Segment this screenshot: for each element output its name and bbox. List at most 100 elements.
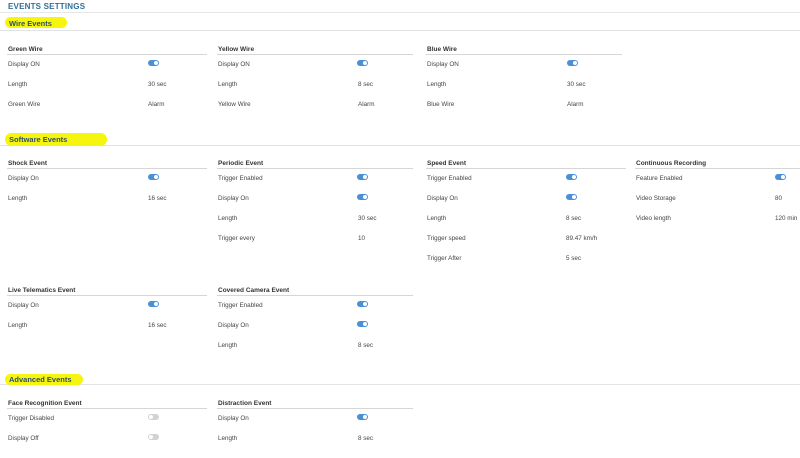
toggle-knob	[363, 195, 367, 199]
panel-title: Speed Event	[426, 159, 626, 169]
setting-row-trigger-every: Trigger every 10	[217, 229, 413, 249]
setting-row-trigger-after: Trigger After 5 sec	[426, 249, 626, 269]
setting-label: Trigger After	[427, 255, 462, 262]
page-title: EVENTS SETTINGS	[8, 2, 86, 11]
panel-title: Blue Wire	[426, 45, 622, 55]
toggle-knob	[363, 302, 367, 306]
setting-label: Trigger Enabled	[218, 302, 263, 309]
setting-row-length: Length 16 sec	[7, 189, 207, 209]
setting-label: Length	[218, 215, 238, 222]
toggle-knob	[149, 435, 153, 439]
panel-covered-camera-event: Covered Camera Event Trigger Enabled Displ…	[217, 286, 413, 356]
setting-value: 8 sec	[358, 81, 374, 88]
toggle-knob	[149, 415, 153, 419]
panel-distraction-event: Distraction Event Display On Length 8 sec	[217, 399, 413, 449]
panel-green-wire: Green Wire Display ON Length 30 sec Green Wi…	[7, 45, 207, 115]
setting-label: Display ON	[8, 61, 40, 68]
toggle-knob	[154, 302, 158, 306]
setting-row-length: Length 8 sec	[217, 336, 413, 356]
setting-value: Alarm	[148, 101, 165, 108]
setting-label: Length	[427, 81, 447, 88]
panel-yellow-wire: Yellow Wire Display ON Length 8 sec Yellow W…	[217, 45, 413, 115]
setting-value: 16 sec	[148, 195, 167, 202]
toggle-switch[interactable]	[357, 194, 368, 200]
setting-label: Length	[218, 81, 238, 88]
panel-title: Shock Event	[7, 159, 207, 169]
toggle-switch[interactable]	[148, 434, 159, 440]
setting-label: Trigger speed	[427, 235, 466, 242]
panel-title: Yellow Wire	[217, 45, 413, 55]
panel-blue-wire: Blue Wire Display ON Length 30 sec Blue Wire…	[426, 45, 622, 115]
setting-row-length: Length 30 sec	[7, 75, 207, 95]
setting-label: Yellow Wire	[218, 101, 251, 108]
setting-row-length: Length 30 sec	[426, 75, 622, 95]
setting-row-display-on: Display ON	[217, 55, 413, 75]
toggle-switch[interactable]	[148, 301, 159, 307]
setting-row-trigger-enabled: Trigger Enabled	[217, 169, 413, 189]
toggle-knob	[363, 415, 367, 419]
setting-value: 30 sec	[148, 81, 167, 88]
setting-label: Video Storage	[636, 195, 676, 202]
setting-label: Feature Enabled	[636, 175, 683, 182]
setting-label: Display On	[218, 415, 249, 422]
setting-label: Display On	[427, 195, 458, 202]
toggle-switch[interactable]	[148, 60, 159, 66]
toggle-switch[interactable]	[357, 321, 368, 327]
setting-label: Display On	[218, 195, 249, 202]
toggle-knob	[363, 61, 367, 65]
setting-label: Display Off	[8, 435, 39, 442]
toggle-knob	[154, 61, 158, 65]
toggle-switch[interactable]	[357, 414, 368, 420]
panel-live-telematics-event: Live Telematics Event Display On Length 16 …	[7, 286, 207, 336]
section-title-advanced-events: Advanced Events	[9, 375, 72, 384]
setting-label: Trigger Disabled	[8, 415, 54, 422]
setting-label: Length	[8, 322, 28, 329]
panel-face-recognition-event: Face Recognition Event Trigger Disabled Di…	[7, 399, 207, 449]
panel-title: Green Wire	[7, 45, 207, 55]
setting-label: Video length	[636, 215, 671, 222]
setting-row-length: Length 30 sec	[217, 209, 413, 229]
setting-value: 89.47 km/h	[566, 235, 598, 242]
setting-row-trigger-disabled: Trigger Disabled	[7, 409, 207, 429]
setting-row-display-on: Display On	[7, 169, 207, 189]
setting-row-display-on: Display ON	[426, 55, 622, 75]
section-divider	[0, 145, 800, 146]
panel-title: Face Recognition Event	[7, 399, 207, 409]
toggle-knob	[154, 175, 158, 179]
panel-periodic-event: Periodic Event Trigger Enabled Display On L…	[217, 159, 413, 249]
section-title-wire-events: Wire Events	[9, 19, 52, 28]
toggle-switch[interactable]	[357, 301, 368, 307]
panel-title: Live Telematics Event	[7, 286, 207, 296]
setting-value: 30 sec	[358, 215, 377, 222]
toggle-switch[interactable]	[148, 174, 159, 180]
setting-row-length: Length 8 sec	[217, 75, 413, 95]
toggle-switch[interactable]	[357, 174, 368, 180]
panel-title: Covered Camera Event	[217, 286, 413, 296]
setting-value: 8 sec	[358, 435, 374, 442]
setting-row-display-on: Display On	[217, 189, 413, 209]
toggle-switch[interactable]	[567, 60, 578, 66]
toggle-knob	[363, 175, 367, 179]
title-divider	[0, 12, 800, 13]
setting-row-display-on: Display On	[7, 296, 207, 316]
setting-label: Length	[218, 342, 238, 349]
setting-value: 16 sec	[148, 322, 167, 329]
section-divider	[0, 384, 800, 385]
toggle-switch[interactable]	[357, 60, 368, 66]
toggle-switch[interactable]	[566, 174, 577, 180]
toggle-knob	[572, 195, 576, 199]
setting-value: 8 sec	[566, 215, 582, 222]
toggle-switch[interactable]	[566, 194, 577, 200]
toggle-switch[interactable]	[148, 414, 159, 420]
setting-row-video-storage: Video Storage 80	[635, 189, 800, 209]
setting-label: Trigger Enabled	[427, 175, 472, 182]
setting-value: 8 sec	[358, 342, 374, 349]
setting-label: Length	[8, 81, 28, 88]
toggle-switch[interactable]	[775, 174, 786, 180]
setting-label: Trigger Enabled	[218, 175, 263, 182]
toggle-knob	[573, 61, 577, 65]
setting-label: Length	[8, 195, 28, 202]
setting-label: Display ON	[427, 61, 459, 68]
setting-row-trigger-enabled: Trigger Enabled	[217, 296, 413, 316]
setting-row-blue-wire: Blue Wire Alarm	[426, 95, 622, 115]
